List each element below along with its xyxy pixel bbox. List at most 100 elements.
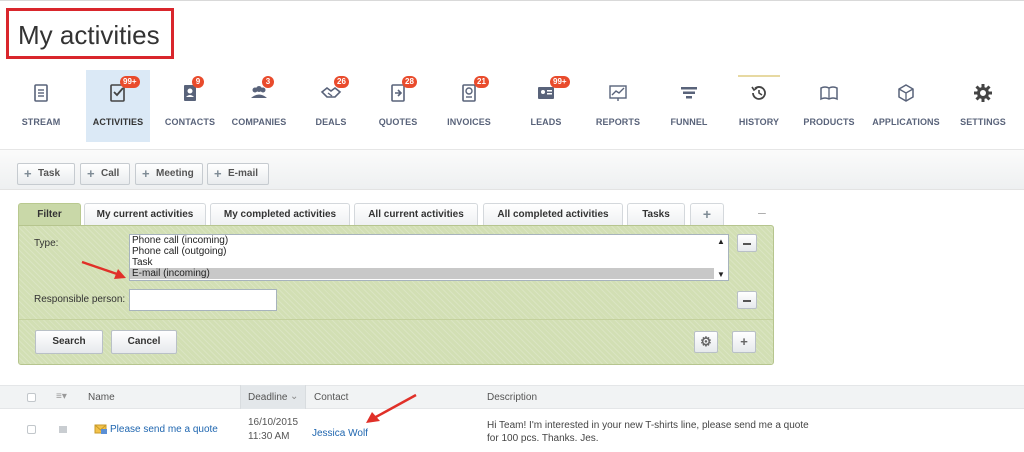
nav-item-contacts[interactable]: 9 CONTACTS (162, 70, 218, 142)
top-divider (0, 0, 1024, 1)
history-indicator (738, 75, 780, 77)
quotes-badge: 28 (402, 76, 417, 88)
type-option[interactable]: Phone call (incoming) (130, 235, 728, 246)
type-option[interactable]: Task (130, 257, 728, 268)
filter-tabs: Filter My current activities My complete… (0, 200, 800, 227)
nav-label: ACTIVITIES (92, 117, 144, 127)
type-listbox[interactable]: Phone call (incoming) Phone call (outgoi… (129, 234, 729, 281)
nav-label: STREAM (21, 117, 61, 127)
row-menu-icon[interactable]: ≡▾ (56, 391, 67, 402)
add-filter-field-button[interactable]: + (732, 331, 756, 353)
tabs-collapse-icon[interactable]: – (758, 204, 766, 220)
column-description[interactable]: Description (487, 392, 537, 403)
filter-panel: Type: Phone call (incoming) Phone call (… (18, 225, 774, 365)
row-checkbox[interactable] (27, 425, 36, 434)
nav-label: HISTORY (738, 117, 780, 127)
leads-badge: 99+ (550, 76, 570, 88)
contact-link[interactable]: Jessica Wolf (312, 428, 368, 439)
page-title: My activities (18, 20, 160, 50)
responsible-person-input[interactable] (129, 289, 277, 311)
type-option-selected[interactable]: E-mail (incoming) (130, 268, 728, 279)
contacts-badge: 9 (192, 76, 204, 88)
nav-label: SETTINGS (960, 117, 1006, 127)
nav-item-stream[interactable]: STREAM (8, 70, 74, 142)
scroll-up-icon[interactable]: ▲ (717, 237, 725, 246)
page-header: My activities (0, 0, 1024, 66)
type-label: Type: (34, 238, 59, 249)
page-title-highlight: My activities (6, 8, 174, 59)
add-task-button[interactable]: + Task (17, 163, 75, 185)
plus-icon: + (214, 166, 222, 181)
gear-icon: ⚙ (700, 334, 712, 349)
row-menu-icon[interactable] (59, 426, 67, 433)
action-toolbar: + Task + Call + Meeting + E-mail (0, 150, 1024, 190)
remove-type-field-button[interactable] (737, 234, 757, 252)
select-all-checkbox[interactable] (27, 393, 36, 402)
column-name[interactable]: Name (88, 392, 115, 403)
plus-icon: + (740, 334, 748, 349)
nav-item-history[interactable]: HISTORY (734, 70, 784, 142)
tab-tasks[interactable]: Tasks (627, 203, 685, 226)
minus-icon (743, 300, 751, 302)
scroll-down-icon[interactable]: ▼ (717, 270, 725, 279)
nav-item-applications[interactable]: APPLICATIONS (866, 70, 946, 142)
search-button[interactable]: Search (35, 330, 103, 354)
add-tab-button[interactable]: + (690, 203, 724, 226)
listbox-scrollbar[interactable]: ▲ ▼ (714, 235, 728, 280)
filter-settings-button[interactable]: ⚙ (694, 331, 718, 353)
type-option[interactable]: Phone call (outgoing) (130, 246, 728, 257)
reports-icon (607, 82, 629, 104)
filter-separator (19, 319, 773, 320)
deadline-date: 16/10/2015 (248, 417, 299, 428)
nav-label: FUNNEL (670, 117, 708, 127)
add-meeting-button[interactable]: + Meeting (135, 163, 203, 185)
plus-icon: + (87, 166, 95, 181)
nav-item-settings[interactable]: SETTINGS (954, 70, 1012, 142)
tab-all-completed-activities[interactable]: All completed activities (483, 203, 623, 226)
nav-label: PRODUCTS (803, 117, 855, 127)
cancel-button[interactable]: Cancel (111, 330, 177, 354)
sort-down-icon[interactable]: ⌄ (290, 391, 298, 402)
settings-icon (972, 82, 994, 104)
nav-item-reports[interactable]: REPORTS (586, 70, 650, 142)
column-deadline[interactable]: Deadline (248, 392, 287, 403)
nav-label: COMPANIES (231, 117, 287, 127)
nav-item-funnel[interactable]: FUNNEL (660, 70, 718, 142)
funnel-icon (678, 82, 700, 104)
nav-item-invoices[interactable]: 21 INVOICES (438, 70, 500, 142)
activities-grid: ≡▾ Name Deadline ⌄ Contact Description P… (0, 385, 1024, 452)
deals-badge: 26 (334, 76, 349, 88)
nav-label: CONTACTS (164, 117, 216, 127)
nav-label: INVOICES (447, 117, 491, 127)
nav-item-activities[interactable]: 99+ ACTIVITIES (86, 70, 150, 142)
nav-item-deals[interactable]: 26 DEALS (304, 70, 358, 142)
nav-item-leads[interactable]: 99+ LEADS (516, 70, 576, 142)
plus-icon: + (142, 166, 150, 181)
nav-label: QUOTES (378, 117, 418, 127)
nav-label: LEADS (530, 117, 562, 127)
companies-badge: 3 (262, 76, 274, 88)
nav-label: APPLICATIONS (872, 117, 940, 127)
activity-description: Hi Team! I'm interested in your new T-sh… (487, 420, 809, 444)
tab-my-completed-activities[interactable]: My completed activities (210, 203, 350, 226)
nav-item-quotes[interactable]: 28 QUOTES (370, 70, 426, 142)
activity-name-link[interactable]: Please send me a quote (110, 424, 218, 435)
grid-header: ≡▾ Name Deadline ⌄ Contact Description (0, 385, 1024, 409)
table-row[interactable]: Please send me a quote 16/10/2015 11:30 … (0, 409, 1024, 452)
add-email-button[interactable]: + E-mail (207, 163, 269, 185)
tab-filter[interactable]: Filter (18, 203, 81, 227)
deadline-time: 11:30 AM (248, 431, 290, 442)
nav-item-companies[interactable]: 3 COMPANIES (226, 70, 292, 142)
products-icon (818, 82, 840, 104)
nav-label: REPORTS (595, 117, 641, 127)
tab-all-current-activities[interactable]: All current activities (354, 203, 478, 226)
add-call-button[interactable]: + Call (80, 163, 130, 185)
nav-item-products[interactable]: PRODUCTS (798, 70, 860, 142)
tab-my-current-activities[interactable]: My current activities (84, 203, 206, 226)
remove-responsible-field-button[interactable] (737, 291, 757, 309)
activities-badge: 99+ (120, 76, 140, 88)
column-contact[interactable]: Contact (314, 392, 348, 403)
stream-icon (30, 82, 52, 104)
add-email-label: E-mail (228, 168, 259, 179)
minus-icon (743, 243, 751, 245)
